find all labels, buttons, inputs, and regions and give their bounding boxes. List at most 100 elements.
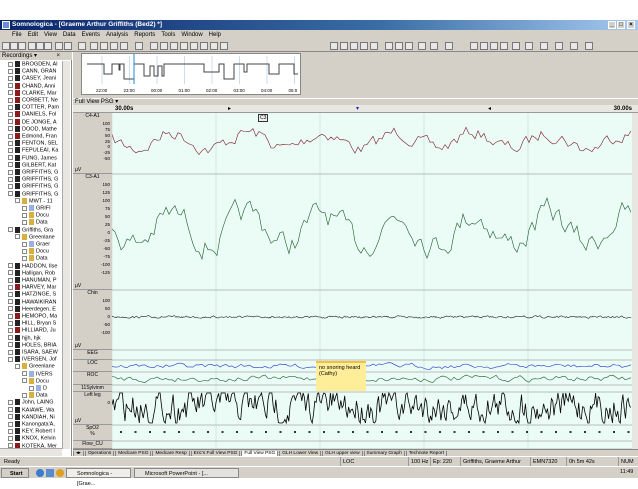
expand-icon[interactable] [8, 111, 13, 117]
expand-icon[interactable] [15, 363, 20, 369]
toolbar-button-icon[interactable] [385, 42, 393, 50]
expand-icon[interactable] [8, 133, 13, 139]
start-button[interactable]: Start [1, 468, 29, 478]
toolbar-button-icon[interactable] [110, 42, 118, 50]
expand-icon[interactable] [29, 385, 34, 391]
toolbar-button-icon[interactable] [160, 42, 168, 50]
expand-icon[interactable] [8, 183, 13, 189]
menu-window[interactable]: Window [181, 32, 202, 38]
expand-icon[interactable] [8, 349, 13, 355]
menu-reports[interactable]: Reports [134, 32, 155, 38]
stage-marker[interactable]: C3 [258, 114, 269, 122]
expand-icon[interactable] [8, 104, 13, 110]
channel-label-7[interactable]: Left leg 0 µV [73, 392, 112, 425]
toolbar-button-icon[interactable] [585, 42, 593, 50]
toolbar-button-icon[interactable] [430, 42, 438, 50]
expand-icon[interactable] [8, 313, 13, 319]
tree-item[interactable]: John, LAING [8, 399, 68, 406]
expand-icon[interactable] [8, 327, 13, 333]
tree-item[interactable]: CANN, GRAN [8, 68, 68, 75]
task-somnologica[interactable]: Somnologica - [Grae... [66, 468, 131, 487]
tree-item[interactable]: HAWAIKIRAN [8, 298, 68, 306]
menu-help[interactable]: Help [209, 32, 221, 38]
toolbar-button-icon[interactable] [36, 42, 44, 50]
toolbar-button-icon[interactable] [135, 42, 143, 50]
menu-events[interactable]: Events [82, 32, 100, 38]
channel-label-0[interactable]: C4-A1 100 75 50 25 0 -25 -50 µV [73, 113, 112, 174]
expand-icon[interactable] [22, 219, 27, 225]
menu-analysis[interactable]: Analysis [106, 32, 128, 38]
toolbar-button-icon[interactable] [350, 42, 358, 50]
toolbar-button-icon[interactable] [120, 42, 128, 50]
expand-icon[interactable] [8, 155, 13, 161]
expand-icon[interactable] [8, 342, 13, 348]
expand-icon[interactable] [8, 435, 13, 441]
tree-item[interactable]: FUNG, James [8, 154, 68, 162]
tree-item[interactable]: DOOD, Mathe [8, 125, 68, 133]
maximize-button[interactable]: □ [617, 21, 625, 29]
tree-item[interactable]: KANDIAH, Ni [8, 413, 68, 421]
toolbar-button-icon[interactable] [170, 42, 178, 50]
toolbar-button-icon[interactable] [220, 42, 228, 50]
toolbar-button-icon[interactable] [540, 42, 548, 50]
expand-icon[interactable] [22, 248, 27, 254]
hypnogram[interactable]: 22:00 23:00 00:00 01:00 02:00 03:00 04:00 05:0 [81, 53, 301, 95]
expand-icon[interactable] [8, 162, 13, 168]
annotation-note[interactable]: no snoring heard (Cathy) [316, 361, 366, 391]
expand-icon[interactable] [8, 119, 13, 125]
toolbar-button-icon[interactable] [395, 42, 403, 50]
tree-item[interactable]: HILLIARD, Ju [8, 327, 68, 334]
toolbar-button-icon[interactable] [100, 42, 108, 50]
tree-item[interactable]: CASEY, Jeani [8, 75, 68, 82]
expand-icon[interactable] [8, 176, 13, 182]
expand-icon[interactable] [8, 284, 13, 290]
toolbar-button-icon[interactable] [512, 42, 520, 50]
tree-vertical-scrollbar[interactable] [62, 61, 70, 449]
menu-tools[interactable]: Tools [161, 32, 175, 38]
tree-item[interactable]: GRIFFITHS, G [8, 183, 68, 190]
expand-icon[interactable] [8, 68, 13, 74]
expand-icon[interactable] [8, 263, 13, 269]
expand-icon[interactable] [8, 399, 13, 405]
tree-item[interactable]: HILL, Bryan S [8, 320, 68, 327]
expand-icon[interactable] [8, 140, 13, 146]
expand-icon[interactable] [8, 335, 13, 341]
time-bar[interactable]: 30.00s ▸ ▾ ◂ 30.00s [73, 105, 638, 113]
tree-item[interactable]: CLARKE, Mar [8, 89, 68, 97]
signal-plot[interactable]: C3 [111, 113, 632, 450]
expand-icon[interactable] [22, 212, 27, 218]
expand-icon[interactable] [15, 198, 20, 204]
tree-item[interactable]: IVERSEN, Jof [8, 356, 68, 363]
tree-item[interactable]: CHAND, Anni [8, 82, 68, 90]
expand-icon[interactable] [8, 126, 13, 132]
expand-icon[interactable] [8, 356, 13, 362]
tree-item[interactable]: Edmond, Fran [8, 133, 68, 140]
play-arrow-icon[interactable]: ▸ [228, 105, 231, 112]
toolbar-button-icon[interactable] [210, 42, 218, 50]
expand-icon[interactable] [8, 299, 13, 305]
tree-item[interactable]: FEPULEAI, Ka [8, 147, 68, 154]
tree-item[interactable]: KAIAWE, Wa [8, 406, 68, 414]
back-arrow-icon[interactable]: ◂ [488, 105, 491, 112]
expand-icon[interactable] [8, 421, 13, 427]
toolbar-button-icon[interactable] [55, 42, 63, 50]
channel-label-1[interactable]: C3-A1 150 125 100 75 50 25 0 -25 -50 -75 -100 -125 µV [73, 174, 112, 290]
tree-item[interactable]: GRIFFITHS, G [8, 176, 68, 183]
toolbar-button-icon[interactable] [180, 42, 188, 50]
tree-item[interactable]: Halligan, Rob [8, 269, 68, 277]
expand-icon[interactable] [8, 75, 13, 81]
expand-icon[interactable] [8, 291, 13, 297]
channel-label-5[interactable]: ROC [73, 372, 112, 385]
toolbar-button-icon[interactable] [64, 42, 72, 50]
toolbar-button-icon[interactable] [10, 42, 18, 50]
tree-item[interactable]: HEMOPO, Ma [8, 313, 68, 320]
toolbar-button-icon[interactable] [555, 42, 563, 50]
expand-icon[interactable] [22, 241, 27, 247]
close-button[interactable]: × [627, 21, 635, 29]
plot-vertical-scrollbar[interactable] [632, 113, 638, 449]
expand-icon[interactable] [8, 270, 13, 276]
expand-icon[interactable] [22, 392, 27, 398]
toolbar-button-icon[interactable] [340, 42, 348, 50]
toolbar-button-icon[interactable] [470, 42, 478, 50]
expand-icon[interactable] [8, 320, 13, 326]
